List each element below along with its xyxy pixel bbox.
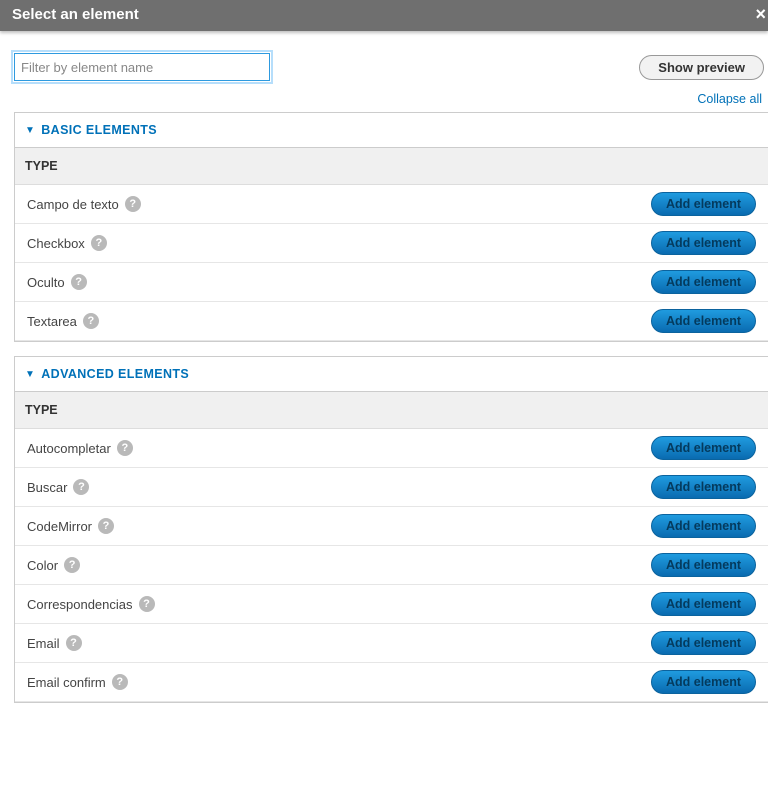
- element-row: Autocompletar ? Add element: [15, 429, 768, 468]
- element-row: Textarea ? Add element: [15, 302, 768, 341]
- add-element-button[interactable]: Add element: [651, 436, 756, 460]
- element-label: Correspondencias: [27, 597, 133, 612]
- element-label: Color: [27, 558, 58, 573]
- help-icon[interactable]: ?: [98, 518, 114, 534]
- element-row: Email confirm ? Add element: [15, 663, 768, 702]
- help-icon[interactable]: ?: [112, 674, 128, 690]
- add-element-button[interactable]: Add element: [651, 631, 756, 655]
- section: ▼ ADVANCED ELEMENTS TYPE Autocompletar ?…: [14, 356, 768, 703]
- collapse-triangle-icon: ▼: [25, 369, 35, 380]
- toolbar: Show preview: [0, 31, 768, 87]
- element-row-left: CodeMirror ?: [27, 518, 114, 534]
- collapse-triangle-icon: ▼: [25, 125, 35, 136]
- collapse-row: Collapse all: [0, 87, 768, 112]
- type-column-header: TYPE: [15, 392, 768, 429]
- add-element-button[interactable]: Add element: [651, 553, 756, 577]
- element-row-left: Oculto ?: [27, 274, 87, 290]
- filter-input[interactable]: [14, 53, 270, 81]
- section-title: ADVANCED ELEMENTS: [41, 367, 189, 381]
- section: ▼ BASIC ELEMENTS TYPE Campo de texto ? A…: [14, 112, 768, 342]
- add-element-button[interactable]: Add element: [651, 475, 756, 499]
- element-label: Checkbox: [27, 236, 85, 251]
- add-element-button[interactable]: Add element: [651, 514, 756, 538]
- element-row-left: Campo de texto ?: [27, 196, 141, 212]
- section-header[interactable]: ▼ BASIC ELEMENTS: [15, 113, 768, 148]
- element-row-left: Buscar ?: [27, 479, 89, 495]
- element-row-left: Color ?: [27, 557, 80, 573]
- element-label: Email: [27, 636, 60, 651]
- element-row: Oculto ? Add element: [15, 263, 768, 302]
- element-label: Campo de texto: [27, 197, 119, 212]
- element-label: CodeMirror: [27, 519, 92, 534]
- element-row: Buscar ? Add element: [15, 468, 768, 507]
- help-icon[interactable]: ?: [117, 440, 133, 456]
- add-element-button[interactable]: Add element: [651, 592, 756, 616]
- close-icon[interactable]: ×: [753, 0, 768, 29]
- help-icon[interactable]: ?: [73, 479, 89, 495]
- add-element-button[interactable]: Add element: [651, 192, 756, 216]
- add-element-button[interactable]: Add element: [651, 270, 756, 294]
- section-header[interactable]: ▼ ADVANCED ELEMENTS: [15, 357, 768, 392]
- add-element-button[interactable]: Add element: [651, 231, 756, 255]
- section-title: BASIC ELEMENTS: [41, 123, 157, 137]
- element-label: Autocompletar: [27, 441, 111, 456]
- element-row-left: Autocompletar ?: [27, 440, 133, 456]
- element-row-left: Textarea ?: [27, 313, 99, 329]
- help-icon[interactable]: ?: [71, 274, 87, 290]
- element-label: Buscar: [27, 480, 67, 495]
- collapse-all-link[interactable]: Collapse all: [697, 92, 762, 106]
- element-row: Checkbox ? Add element: [15, 224, 768, 263]
- element-label: Oculto: [27, 275, 65, 290]
- element-label: Textarea: [27, 314, 77, 329]
- modal-header: Select an element ×: [0, 0, 768, 31]
- element-row: Campo de texto ? Add element: [15, 185, 768, 224]
- element-row-left: Checkbox ?: [27, 235, 107, 251]
- help-icon[interactable]: ?: [125, 196, 141, 212]
- add-element-button[interactable]: Add element: [651, 309, 756, 333]
- help-icon[interactable]: ?: [139, 596, 155, 612]
- modal-title: Select an element: [12, 6, 139, 23]
- add-element-button[interactable]: Add element: [651, 670, 756, 694]
- element-row: Correspondencias ? Add element: [15, 585, 768, 624]
- element-row-left: Correspondencias ?: [27, 596, 155, 612]
- element-row-left: Email ?: [27, 635, 82, 651]
- element-label: Email confirm: [27, 675, 106, 690]
- type-column-header: TYPE: [15, 148, 768, 185]
- element-row: CodeMirror ? Add element: [15, 507, 768, 546]
- help-icon[interactable]: ?: [83, 313, 99, 329]
- help-icon[interactable]: ?: [64, 557, 80, 573]
- element-row-left: Email confirm ?: [27, 674, 128, 690]
- show-preview-button[interactable]: Show preview: [639, 55, 764, 80]
- help-icon[interactable]: ?: [66, 635, 82, 651]
- element-row: Color ? Add element: [15, 546, 768, 585]
- element-row: Email ? Add element: [15, 624, 768, 663]
- help-icon[interactable]: ?: [91, 235, 107, 251]
